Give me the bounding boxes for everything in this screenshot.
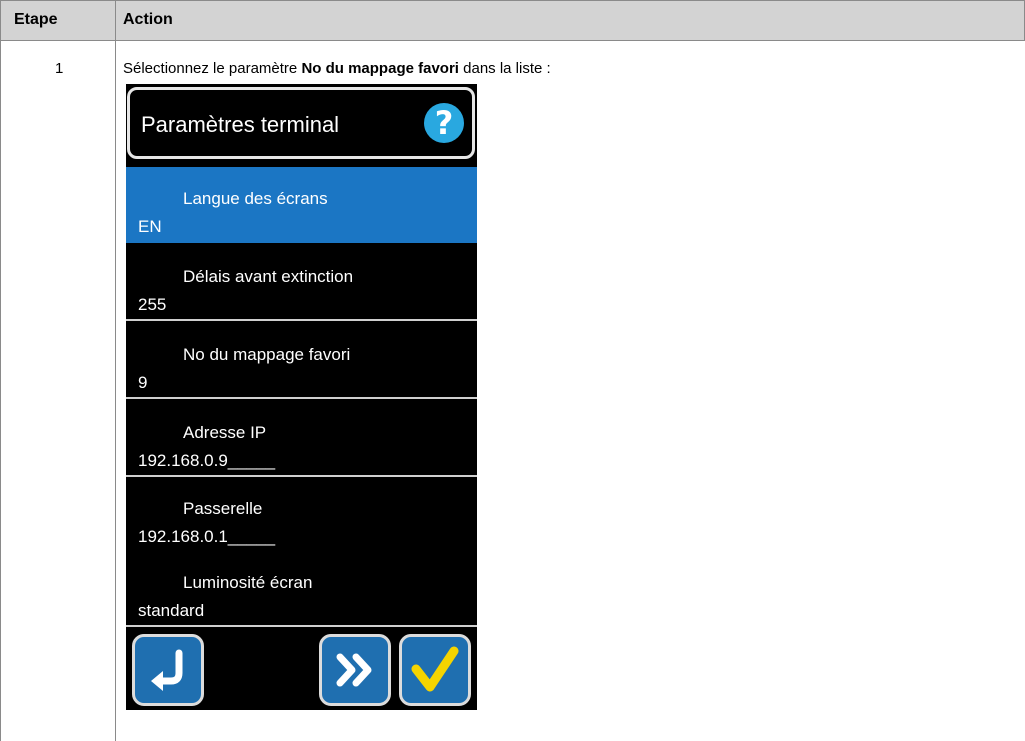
item-value: 192.168.0.1_____ [138, 527, 276, 546]
list-item-mappage[interactable]: No du mappage favori 9 [126, 323, 477, 399]
list-item-passerelle[interactable]: Passerelle 192.168.0.1_____ [126, 477, 477, 553]
parameter-name: No du mappage favori [301, 60, 459, 77]
forward-button[interactable] [319, 634, 391, 706]
item-label: Passerelle [183, 499, 263, 518]
action-instruction: Sélectionnez le paramètre No du mappage … [123, 60, 551, 77]
table-border-left [0, 0, 1, 741]
item-label: No du mappage favori [183, 345, 351, 364]
header-divider [0, 40, 1025, 41]
table-border-top [0, 0, 1025, 1]
list-item-adresse-ip[interactable]: Adresse IP 192.168.0.9_____ [126, 401, 477, 477]
back-button[interactable] [132, 634, 204, 706]
validate-button[interactable] [399, 634, 471, 706]
item-value: standard [138, 601, 205, 620]
list-item-luminosite[interactable]: Luminosité écran standard [126, 551, 477, 627]
button-bar [126, 630, 477, 710]
item-value: 9 [138, 373, 148, 392]
column-divider [115, 0, 116, 741]
item-value: 192.168.0.9_____ [138, 451, 276, 470]
header-step: Etape [14, 11, 58, 28]
item-value: EN [138, 217, 162, 236]
header-action: Action [123, 11, 173, 28]
step-number: 1 [55, 60, 64, 77]
list-item-delais[interactable]: Délais avant extinction 255 [126, 245, 477, 321]
instruction-suffix: dans la liste : [458, 60, 551, 77]
item-label: Langue des écrans [183, 189, 328, 208]
list-item-langue[interactable]: Langue des écrans EN [126, 167, 477, 243]
instruction-text: Sélectionnez le paramètre [123, 60, 302, 77]
help-icon[interactable]: ? [424, 103, 464, 143]
terminal-screen: Paramètres terminal ? Langue des écrans … [126, 84, 477, 710]
item-label: Luminosité écran [183, 573, 313, 592]
item-label: Adresse IP [183, 423, 267, 442]
screen-title: Paramètres terminal [141, 112, 340, 137]
item-label: Délais avant extinction [183, 267, 354, 286]
item-value: 255 [138, 295, 167, 314]
screen-title-bar: Paramètres terminal ? [127, 87, 475, 159]
